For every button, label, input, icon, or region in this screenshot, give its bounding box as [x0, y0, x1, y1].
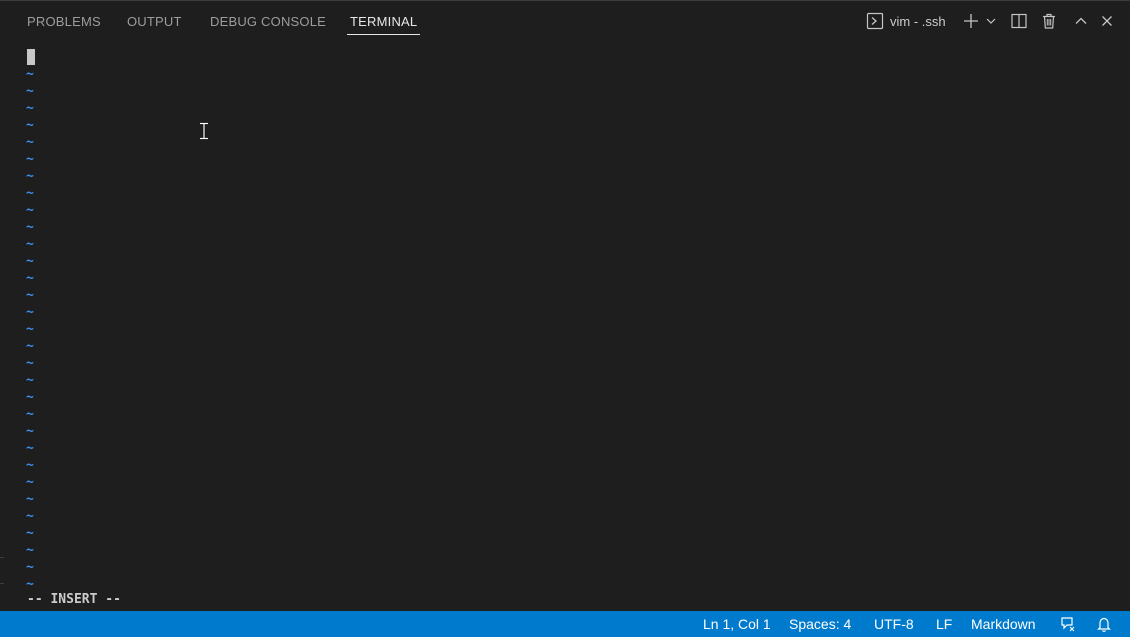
status-cursor-position[interactable]: Ln 1, Col 1	[703, 611, 771, 637]
tab-terminal[interactable]: TERMINAL	[347, 14, 421, 36]
maximize-panel-button[interactable]	[1071, 10, 1091, 32]
vim-tilde-line: ~	[26, 305, 34, 320]
vim-tilde-line: ~	[26, 560, 34, 575]
terminal-view[interactable]: ~ ~ ~ ~ ~ ~ ~ ~ ~ ~ ~ ~ ~ ~ ~ ~ ~ ~ ~ ~ ~ ~ ~ ~ ~ ~ ~ ~ ~ ~ ~ -- INSER…	[0, 44, 1130, 611]
vim-tilde-line: ~	[26, 118, 34, 133]
split-terminal-button[interactable]	[1009, 10, 1029, 32]
terminal-selector[interactable]: vim - .ssh	[866, 10, 956, 32]
tab-debug-console-label: DEBUG CONSOLE	[210, 14, 327, 29]
chevron-down-icon	[985, 15, 997, 27]
vim-tilde-line: ~	[26, 339, 34, 354]
close-panel-button[interactable]	[1097, 10, 1117, 32]
vim-tilde-line: ~	[26, 458, 34, 473]
vim-tilde-line: ~	[26, 237, 34, 252]
vim-tilde-line: ~	[26, 322, 34, 337]
vim-tilde-line: ~	[26, 475, 34, 490]
vim-tilde-line: ~	[26, 135, 34, 150]
trash-icon	[1040, 12, 1058, 30]
status-bar: Ln 1, Col 1 Spaces: 4 UTF-8 LF Markdown	[0, 611, 1130, 637]
kill-terminal-button[interactable]	[1039, 10, 1059, 32]
tab-problems-label: PROBLEMS	[27, 14, 101, 29]
chevron-up-icon	[1073, 13, 1089, 29]
vim-tilde-line: ~	[26, 424, 34, 439]
vim-tilde-line: ~	[26, 254, 34, 269]
vscode-panel: PROBLEMS OUTPUT DEBUG CONSOLE TERMINAL v…	[0, 0, 1130, 637]
vim-tilde-line: ~	[26, 203, 34, 218]
vim-tilde-line: ~	[26, 152, 34, 167]
status-language-mode[interactable]: Markdown	[971, 611, 1036, 637]
tab-terminal-label: TERMINAL	[350, 14, 418, 29]
vim-tilde-line: ~	[26, 526, 34, 541]
terminal-cursor	[27, 49, 35, 65]
vim-tilde-line: ~	[26, 220, 34, 235]
vim-tilde-line: ~	[26, 543, 34, 558]
tab-output-label: OUTPUT	[127, 14, 182, 29]
vim-tilde-line: ~	[26, 101, 34, 116]
sash-mark	[0, 557, 4, 558]
launch-profile-button[interactable]	[984, 10, 998, 32]
plus-icon	[962, 12, 980, 30]
vim-tilde-line: ~	[26, 271, 34, 286]
vim-tilde-line: ~	[26, 169, 34, 184]
status-encoding[interactable]: UTF-8	[874, 611, 914, 637]
vim-tilde-line: ~	[26, 492, 34, 507]
vim-tilde-line: ~	[26, 84, 34, 99]
active-tab-indicator	[347, 34, 421, 35]
feedback-icon[interactable]	[1059, 615, 1077, 633]
vim-tilde-line: ~	[26, 390, 34, 405]
status-indentation[interactable]: Spaces: 4	[789, 611, 851, 637]
vim-tilde-line: ~	[26, 356, 34, 371]
terminal-icon	[866, 12, 884, 30]
tab-debug-console[interactable]: DEBUG CONSOLE	[210, 14, 326, 36]
vim-tilde-line: ~	[26, 288, 34, 303]
vim-tilde-line: ~	[26, 441, 34, 456]
vim-mode-indicator: -- INSERT --	[27, 592, 121, 607]
close-icon	[1099, 13, 1115, 29]
vim-tilde-line: ~	[26, 509, 34, 524]
vim-tilde-line: ~	[26, 407, 34, 422]
vim-tilde-line: ~	[26, 186, 34, 201]
status-eol[interactable]: LF	[936, 611, 952, 637]
sash-mark	[0, 583, 4, 584]
text-cursor-icon	[198, 122, 210, 140]
vim-empty-lines: ~ ~ ~ ~ ~ ~ ~ ~ ~ ~ ~ ~ ~ ~ ~ ~ ~ ~ ~ ~ ~ ~ ~ ~ ~ ~ ~ ~ ~ ~ ~	[26, 66, 40, 593]
vim-tilde-line: ~	[26, 577, 34, 592]
bell-icon[interactable]	[1095, 615, 1113, 633]
split-icon	[1010, 12, 1028, 30]
new-terminal-button[interactable]	[961, 10, 981, 32]
vim-tilde-line: ~	[26, 373, 34, 388]
vim-tilde-line: ~	[26, 67, 34, 82]
tab-problems[interactable]: PROBLEMS	[27, 14, 101, 36]
terminal-selector-label: vim - .ssh	[890, 13, 946, 29]
panel-tab-bar: PROBLEMS OUTPUT DEBUG CONSOLE TERMINAL v…	[0, 0, 1130, 44]
tab-output[interactable]: OUTPUT	[127, 14, 182, 36]
